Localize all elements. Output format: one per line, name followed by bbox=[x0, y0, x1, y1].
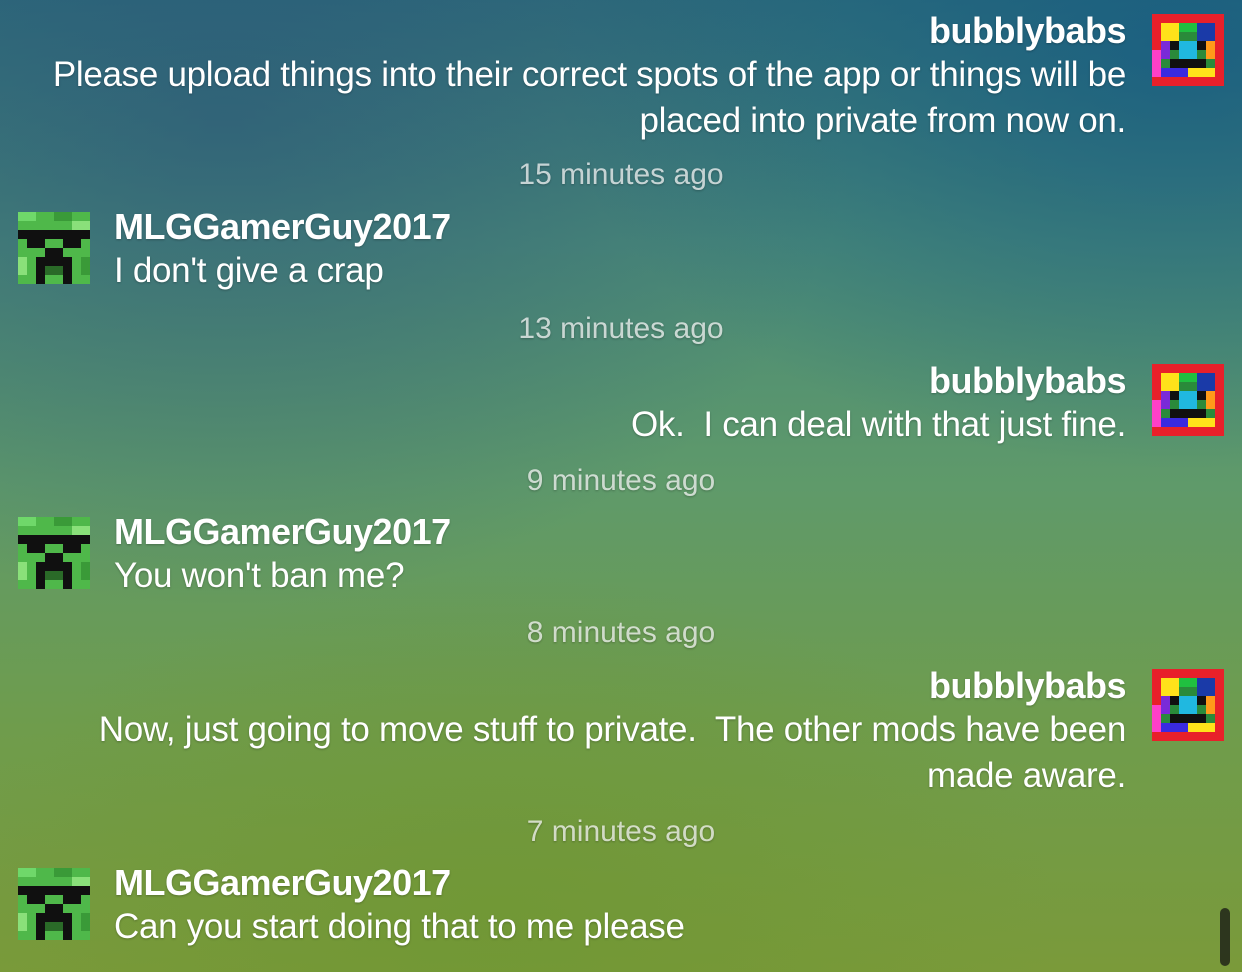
creeper-face-icon[interactable] bbox=[18, 868, 90, 940]
message-username[interactable]: bubblybabs bbox=[76, 665, 1127, 707]
message-item[interactable]: MLGGamerGuy2017 Can you start doing that… bbox=[114, 862, 685, 950]
message-username[interactable]: bubblybabs bbox=[46, 10, 1127, 52]
creeper-face-icon[interactable] bbox=[18, 517, 90, 589]
message-timestamp: 9 minutes ago bbox=[0, 463, 1242, 499]
message-timestamp: 8 minutes ago bbox=[0, 615, 1242, 651]
message-text: Now, just going to move stuff to private… bbox=[98, 710, 1136, 795]
message-username[interactable]: MLGGamerGuy2017 bbox=[114, 206, 451, 248]
message-text: Ok. I can deal with that just fine. bbox=[630, 405, 1126, 444]
message-item[interactable]: MLGGamerGuy2017 You won't ban me? bbox=[114, 511, 451, 599]
timestamp-text: 9 minutes ago bbox=[526, 464, 716, 497]
message-item[interactable]: bubblybabs Please upload things into the… bbox=[46, 10, 1127, 144]
rainbow-pixel-face-icon[interactable] bbox=[1152, 364, 1224, 436]
timestamp-text: 7 minutes ago bbox=[526, 815, 716, 848]
creeper-face-icon[interactable] bbox=[18, 212, 90, 284]
message-item[interactable]: bubblybabs Ok. I can deal with that just… bbox=[630, 360, 1127, 448]
chat-thread[interactable]: bubblybabs Please upload things into the… bbox=[0, 0, 1242, 972]
message-item[interactable]: bubblybabs Now, just going to move stuff… bbox=[76, 665, 1136, 799]
scrollbar[interactable] bbox=[1220, 908, 1230, 966]
message-text: You won't ban me? bbox=[114, 556, 405, 595]
message-timestamp: 15 minutes ago bbox=[0, 157, 1242, 193]
timestamp-text: 15 minutes ago bbox=[518, 158, 724, 191]
message-text: I don't give a crap bbox=[114, 251, 384, 290]
timestamp-text: 13 minutes ago bbox=[518, 312, 724, 345]
message-username[interactable]: MLGGamerGuy2017 bbox=[114, 511, 451, 553]
message-username[interactable]: MLGGamerGuy2017 bbox=[114, 862, 685, 904]
message-timestamp: 13 minutes ago bbox=[0, 311, 1242, 347]
message-username[interactable]: bubblybabs bbox=[631, 360, 1127, 402]
message-item[interactable]: MLGGamerGuy2017 I don't give a crap bbox=[114, 206, 451, 294]
message-text: Please upload things into their correct … bbox=[52, 55, 1126, 140]
rainbow-pixel-face-icon[interactable] bbox=[1152, 14, 1224, 86]
message-timestamp: 7 minutes ago bbox=[0, 814, 1242, 850]
timestamp-text: 8 minutes ago bbox=[526, 616, 716, 649]
rainbow-pixel-face-icon[interactable] bbox=[1152, 669, 1224, 741]
message-text: Can you start doing that to me please bbox=[114, 907, 685, 946]
